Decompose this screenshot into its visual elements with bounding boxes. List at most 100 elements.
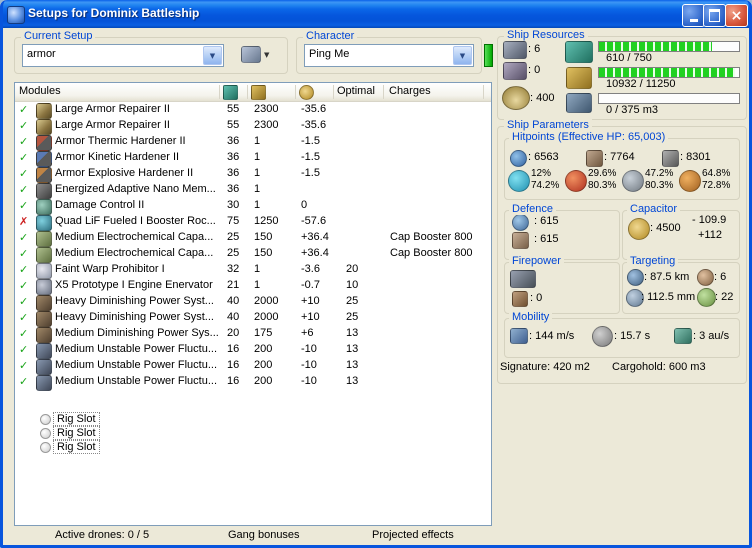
- module-row[interactable]: ✓ Heavy Diminishing Power Syst... 40 2000 +1…: [15, 294, 491, 311]
- projected-effects-label[interactable]: Projected effects: [372, 529, 454, 541]
- character-combo-arrow-icon[interactable]: ▼: [453, 46, 472, 65]
- close-button[interactable]: ×: [725, 4, 748, 27]
- module-row[interactable]: ✓ Medium Unstable Power Fluctu... 16 200 -10…: [15, 342, 491, 359]
- module-row[interactable]: ✓ Medium Unstable Power Fluctu... 16 200 -10…: [15, 374, 491, 391]
- em-armor-resist: 74.2%: [531, 180, 560, 191]
- character-combobox[interactable]: Ping Me ▼: [304, 44, 474, 67]
- sensor-strength-icon: [697, 288, 716, 307]
- module-name: Heavy Diminishing Power Syst...: [55, 295, 214, 307]
- gang-bonuses-label[interactable]: Gang bonuses: [228, 529, 300, 541]
- module-row[interactable]: ✓ Medium Diminishing Power Sys... 20 175 +6 1…: [15, 326, 491, 343]
- rig-slot-row[interactable]: Rig Slot: [15, 412, 491, 426]
- turret-battery-icon: [510, 270, 536, 288]
- nosferatu-icon: [36, 327, 52, 343]
- status-ok-icon: ✓: [19, 199, 29, 212]
- module-name: Medium Electrochemical Capa...: [55, 247, 214, 259]
- kinetic-shield-resist: 47.2%: [645, 168, 674, 179]
- defence-label: Defence: [509, 203, 556, 215]
- module-row[interactable]: ✓ Armor Explosive Hardener II 36 1 -1.5: [15, 166, 491, 183]
- module-row[interactable]: ✓ X5 Prototype I Engine Enervator 21 1 -0.7 1…: [15, 278, 491, 295]
- max-velocity-value: 144 m/s: [529, 330, 574, 342]
- module-row[interactable]: ✓ Armor Thermic Hardener II 36 1 -1.5: [15, 134, 491, 151]
- powergrid-value: 2000: [254, 311, 279, 323]
- module-name: Armor Explosive Hardener II: [55, 167, 194, 179]
- capacitor-value: +10: [301, 311, 320, 323]
- cap-booster-icon: [36, 247, 52, 263]
- setup-combobox[interactable]: armor ▼: [22, 44, 224, 67]
- module-row[interactable]: ✓ Large Armor Repairer II 55 2300 -35.6: [15, 118, 491, 135]
- em-resist-icon: [508, 170, 530, 192]
- module-row[interactable]: ✓ Medium Electrochemical Capa... 25 150 +36.…: [15, 246, 491, 263]
- character-value: Ping Me: [309, 48, 350, 60]
- cpu-value: 55: [227, 119, 240, 131]
- damage-control-icon: [36, 199, 52, 215]
- status-ok-icon: ✓: [19, 247, 29, 260]
- module-row[interactable]: ✗ Quad LiF Fueled I Booster Roc... 75 1250 -…: [15, 214, 491, 231]
- scan-resolution-value: 112.5 mm: [641, 291, 695, 303]
- status-ok-icon: ✓: [19, 151, 29, 164]
- module-row[interactable]: ✓ Heavy Diminishing Power Syst... 40 2000 +1…: [15, 310, 491, 327]
- module-name: Energized Adaptive Nano Mem...: [55, 183, 216, 195]
- thermal-shield-resist: 29.6%: [588, 168, 617, 179]
- module-row[interactable]: ✓ Damage Control II 30 1 0: [15, 198, 491, 215]
- launcher-slots-value: 0: [528, 64, 540, 76]
- capacitor-value: -10: [301, 343, 317, 355]
- status-ok-icon: ✓: [19, 311, 29, 324]
- thermal-resist-icon: [565, 170, 587, 192]
- module-rows: ✓ Large Armor Repairer II 55 2300 -35.6 ✓ Larg…: [15, 102, 491, 525]
- titlebar[interactable]: Setups for Dominix Battleship ×: [0, 0, 752, 28]
- structure-hp-icon: [662, 150, 679, 167]
- powergrid-value: 1: [254, 199, 261, 211]
- optimal-value: 13: [346, 327, 359, 339]
- cpu-value: 36: [227, 151, 240, 163]
- nosferatu-icon: [36, 295, 52, 311]
- status-error-icon: ✗: [19, 215, 29, 228]
- thermal-armor-resist: 80.3%: [588, 180, 617, 191]
- capacitor-value: -3.6: [301, 263, 320, 275]
- capacitor-value: -1.5: [301, 167, 320, 179]
- armor-repairer-icon: [36, 103, 52, 119]
- powergrid-value: 1: [254, 279, 261, 291]
- capacitor-amount-value: 4500: [650, 222, 680, 234]
- status-ok-icon: ✓: [19, 135, 29, 148]
- powergrid-usage-text: 10932 / 11250: [606, 78, 676, 90]
- capacitor-amount-icon: [628, 218, 650, 240]
- rig-slot-label: Rig Slot: [53, 426, 100, 440]
- module-row[interactable]: ✓ Energized Adaptive Nano Mem... 36 1: [15, 182, 491, 199]
- module-row[interactable]: ✓ Faint Warp Prohibitor I 32 1 -3.6 20: [15, 262, 491, 279]
- cpu-value: 25: [227, 231, 240, 243]
- dronebay-bar: [598, 93, 740, 104]
- status-ok-icon: ✓: [19, 231, 29, 244]
- shield-hp-icon: [510, 150, 527, 167]
- rig-slot-label: Rig Slot: [53, 440, 100, 454]
- cpu-value: 20: [227, 327, 240, 339]
- cpu-usage-text: 610 / 750: [606, 52, 652, 64]
- cpu-value: 16: [227, 359, 240, 371]
- em-shield-resist: 12%: [531, 168, 552, 179]
- nano-membrane-icon: [36, 183, 52, 199]
- status-ok-icon: ✓: [19, 183, 29, 196]
- capacitor-value: -35.6: [301, 103, 327, 115]
- eft-window: Setups for Dominix Battleship × Current …: [0, 0, 752, 548]
- module-row[interactable]: ✓ Armor Kinetic Hardener II 36 1 -1.5: [15, 150, 491, 167]
- targeting-range-icon: [627, 269, 644, 286]
- cpu-column-icon: [223, 85, 238, 100]
- explosive-shield-resist: 64.8%: [702, 168, 731, 179]
- cpu-value: 55: [227, 103, 240, 115]
- module-row[interactable]: ✓ Large Armor Repairer II 55 2300 -35.6: [15, 102, 491, 119]
- minimize-button[interactable]: [682, 4, 705, 27]
- maximize-button[interactable]: [703, 4, 726, 27]
- module-row[interactable]: ✓ Medium Electrochemical Capa... 25 150 +36.…: [15, 230, 491, 247]
- rig-slot-row[interactable]: Rig Slot: [15, 440, 491, 454]
- status-ok-icon: ✓: [19, 343, 29, 356]
- setup-combo-arrow-icon[interactable]: ▼: [203, 46, 222, 65]
- stasis-web-icon: [36, 279, 52, 295]
- module-name: Medium Diminishing Power Sys...: [55, 327, 219, 339]
- optimal-column-header: Optimal: [337, 85, 375, 97]
- setup-tools-button[interactable]: ▼: [236, 43, 274, 66]
- module-name: X5 Prototype I Engine Enervator: [55, 279, 213, 291]
- active-drones-label[interactable]: Active drones: 0 / 5: [55, 529, 149, 541]
- module-row[interactable]: ✓ Medium Unstable Power Fluctu... 16 200 -10…: [15, 358, 491, 375]
- warp-speed-icon: [674, 328, 692, 344]
- rig-slot-row[interactable]: Rig Slot: [15, 426, 491, 440]
